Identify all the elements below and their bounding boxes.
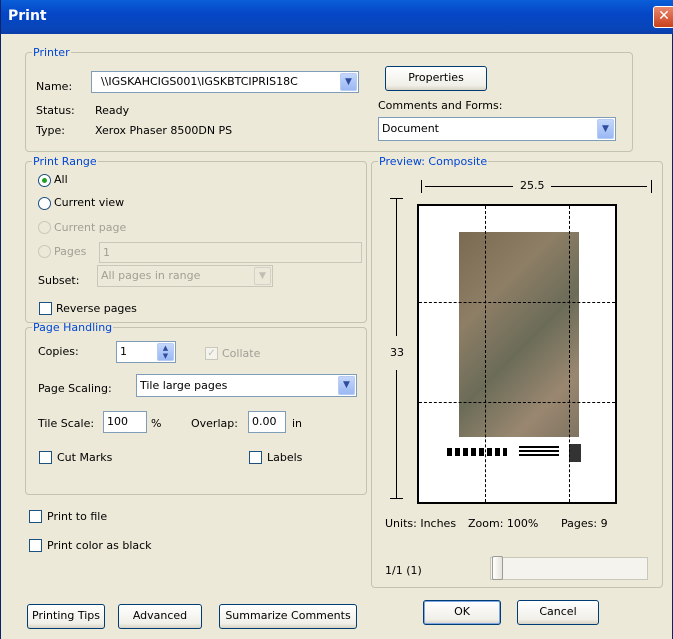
close-icon: ✕ <box>658 8 670 24</box>
overlap-label: Overlap: <box>191 417 238 430</box>
chevron-down-icon[interactable]: ▼ <box>597 119 614 139</box>
copies-stepper[interactable]: 1 ▲ ▼ <box>116 341 176 363</box>
comments-forms-select[interactable]: Document ▼ <box>378 117 616 141</box>
tile-divider <box>485 206 486 502</box>
close-button[interactable]: ✕ <box>653 6 673 28</box>
ok-button[interactable]: OK <box>423 600 501 625</box>
width-dimension-line <box>425 186 513 187</box>
type-label: Type: <box>36 124 65 137</box>
status-value: Ready <box>95 104 130 117</box>
tile-divider <box>419 302 615 303</box>
tile-divider <box>419 402 615 403</box>
pages-count-label: Pages: 9 <box>561 517 608 530</box>
subset-value: All pages in range <box>101 269 201 282</box>
summarize-comments-button[interactable]: Summarize Comments <box>219 604 357 629</box>
map-thumbnail <box>459 232 579 437</box>
printer-legend: Printer <box>33 46 70 59</box>
tile-divider <box>569 206 570 502</box>
height-dimension-line <box>396 199 397 336</box>
subset-select: All pages in range ▼ <box>97 265 273 287</box>
type-value: Xerox Phaser 8500DN PS <box>95 124 233 137</box>
height-dimension-line <box>396 370 397 498</box>
collate-label: Collate <box>222 347 261 360</box>
overlap-unit: in <box>292 417 303 430</box>
name-label: Name: <box>36 80 73 93</box>
current-page-radio <box>38 221 51 234</box>
printer-name-value: \\IGSKAHCIGS001\IGSKBTCIPRIS18C <box>101 75 298 88</box>
preview-legend: Preview: Composite <box>379 155 488 168</box>
print-color-black-label: Print color as black <box>47 539 152 552</box>
width-dimension-line <box>551 186 647 187</box>
labels-label: Labels <box>267 451 303 464</box>
map-scale-graphic <box>519 446 559 456</box>
dimension-tick <box>651 180 652 193</box>
preview-height: 33 <box>390 346 404 359</box>
map-logo-graphic <box>569 444 581 462</box>
dimension-tick <box>390 498 403 499</box>
comments-forms-label: Comments and Forms: <box>378 99 503 112</box>
spin-arrows-icon[interactable]: ▲ ▼ <box>157 343 174 361</box>
pages-label: Pages <box>54 245 87 258</box>
percent-label: % <box>151 417 162 430</box>
chevron-down-icon: ▼ <box>254 267 271 285</box>
cut-marks-label: Cut Marks <box>57 451 113 464</box>
properties-button[interactable]: Properties <box>385 66 487 91</box>
page-handling-legend: Page Handling <box>33 321 113 334</box>
printing-tips-button[interactable]: Printing Tips <box>27 604 105 629</box>
reverse-pages-label: Reverse pages <box>56 302 137 315</box>
copies-label: Copies: <box>38 345 79 358</box>
page-indicator: 1/1 (1) <box>385 564 422 577</box>
chevron-down-icon[interactable]: ▼ <box>338 376 355 395</box>
status-label: Status: <box>36 104 75 117</box>
page-scaling-select[interactable]: Tile large pages ▼ <box>136 374 357 397</box>
title-bar: Print ✕ <box>1 0 673 34</box>
page-scaling-value: Tile large pages <box>140 379 228 392</box>
preview-page <box>417 204 617 504</box>
zoom-label: Zoom: 100% <box>468 517 539 530</box>
subset-label: Subset: <box>38 274 80 287</box>
print-range-legend: Print Range <box>33 155 97 168</box>
print-dialog: Print ✕ Printer Name: \\IGSKAHCIGS001\IG… <box>0 0 673 639</box>
print-range-group: Print Range <box>25 155 367 323</box>
printer-name-select[interactable]: \\IGSKAHCIGS001\IGSKBTCIPRIS18C ▼ <box>91 71 359 93</box>
pages-radio <box>38 245 51 258</box>
current-view-radio[interactable] <box>38 197 51 210</box>
chevron-down-icon[interactable]: ▼ <box>340 73 357 91</box>
advanced-button[interactable]: Advanced <box>118 604 202 629</box>
preview-width: 25.5 <box>520 179 545 192</box>
current-view-label: Current view <box>54 196 125 209</box>
print-to-file-checkbox[interactable] <box>29 510 42 523</box>
print-color-black-checkbox[interactable] <box>29 539 42 552</box>
reverse-pages-checkbox[interactable] <box>39 302 52 315</box>
cut-marks-checkbox[interactable] <box>39 451 52 464</box>
copies-value: 1 <box>120 345 127 358</box>
page-slider-track[interactable] <box>490 557 648 580</box>
tile-scale-input[interactable]: 100 <box>103 411 147 433</box>
print-to-file-label: Print to file <box>47 510 108 523</box>
current-page-label: Current page <box>54 221 127 234</box>
dimension-tick <box>421 180 422 193</box>
labels-checkbox[interactable] <box>249 451 262 464</box>
all-label: All <box>54 173 68 186</box>
comments-forms-value: Document <box>382 122 439 135</box>
cancel-button[interactable]: Cancel <box>517 600 599 625</box>
dialog-title: Print <box>8 8 47 24</box>
all-radio[interactable] <box>38 174 51 187</box>
tile-scale-label: Tile Scale: <box>38 417 95 430</box>
pages-input: 1 <box>99 242 362 263</box>
collate-checkbox: ✓ <box>205 347 218 360</box>
page-scaling-label: Page Scaling: <box>38 382 112 395</box>
page-slider-thumb[interactable] <box>492 556 503 580</box>
map-legend-graphic <box>447 448 507 456</box>
overlap-input[interactable]: 0.00 <box>248 411 286 433</box>
units-label: Units: Inches <box>385 517 457 530</box>
